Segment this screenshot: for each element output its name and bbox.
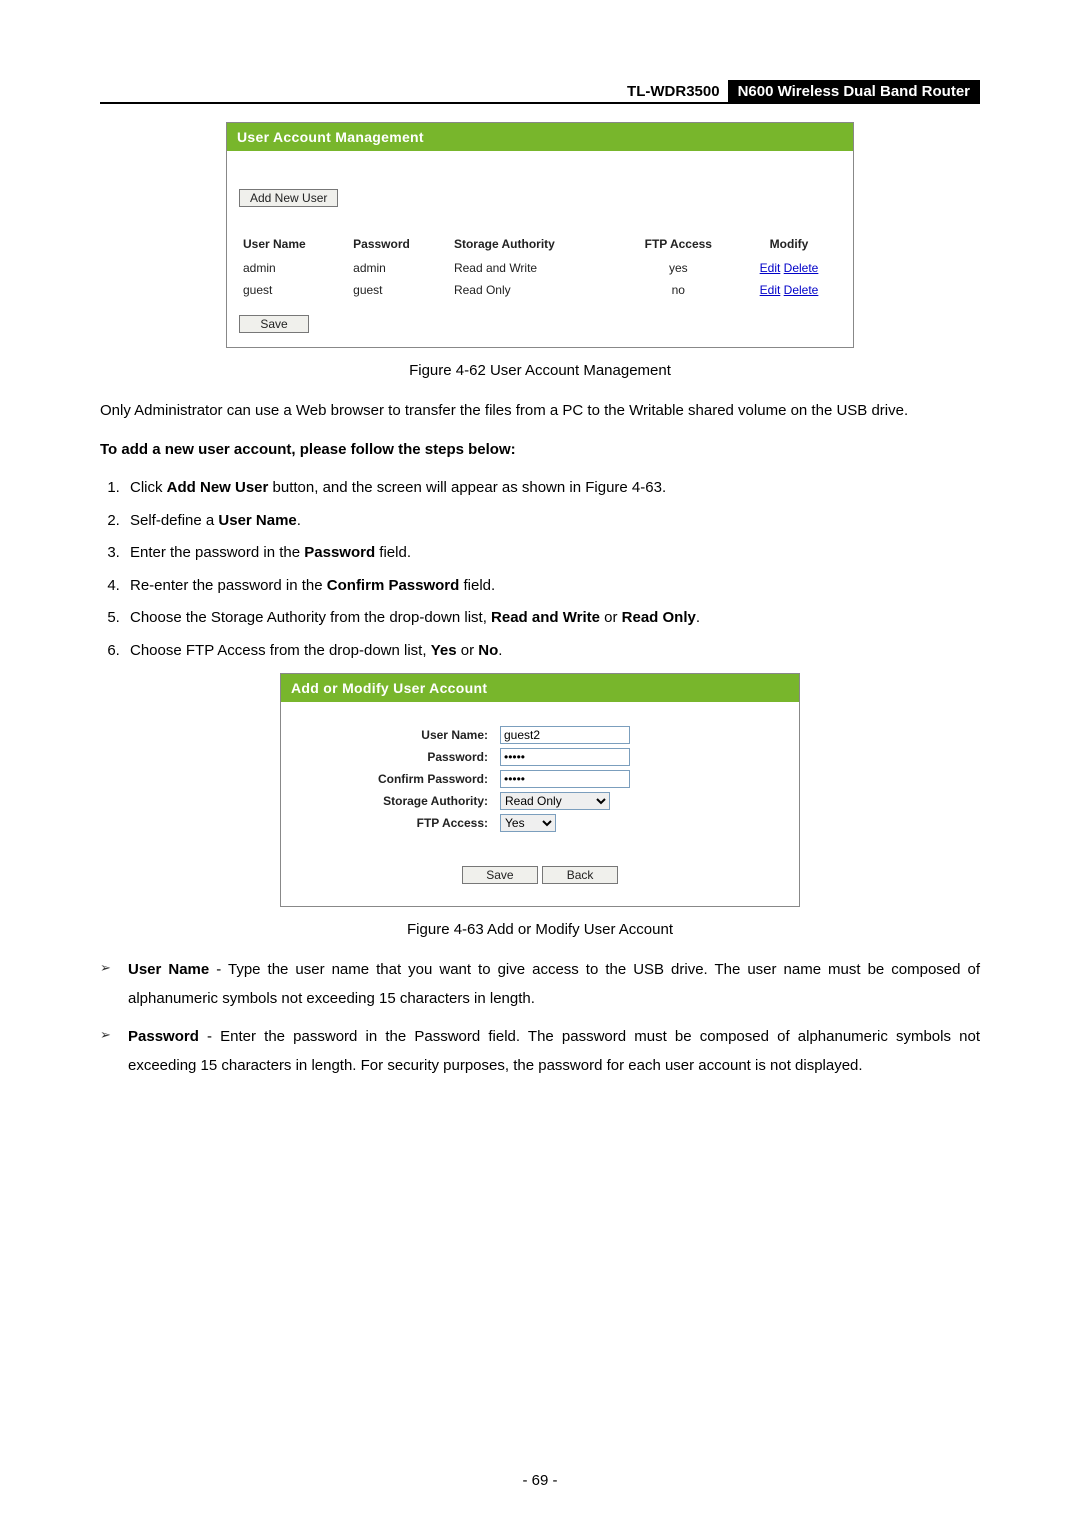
edit-link[interactable]: Edit [760, 261, 781, 275]
delete-link[interactable]: Delete [784, 283, 819, 297]
cell-password: admin [349, 257, 450, 279]
step-item: Re-enter the password in the Confirm Pas… [124, 572, 980, 601]
col-password: Password [349, 231, 450, 257]
back-button[interactable]: Back [542, 866, 618, 884]
definition-item: User Name - Type the user name that you … [100, 956, 980, 1013]
save-button[interactable]: Save [462, 866, 538, 884]
add-new-user-button[interactable]: Add New User [239, 189, 338, 207]
password-field[interactable] [500, 748, 630, 766]
cell-password: guest [349, 279, 450, 301]
col-storage-authority: Storage Authority [450, 231, 620, 257]
confirm-password-label: Confirm Password: [293, 772, 500, 786]
cell-auth: Read Only [450, 279, 620, 301]
cell-username: admin [239, 257, 349, 279]
cell-username: guest [239, 279, 349, 301]
delete-link[interactable]: Delete [784, 261, 819, 275]
figure-caption-1: Figure 4-62 User Account Management [100, 362, 980, 379]
cell-auth: Read and Write [450, 257, 620, 279]
confirm-password-field[interactable] [500, 770, 630, 788]
save-button[interactable]: Save [239, 315, 309, 333]
panel-title: Add or Modify User Account [281, 674, 799, 702]
step-item: Self-define a User Name. [124, 507, 980, 536]
ftp-access-select[interactable]: Yes [500, 814, 556, 832]
page-header: TL-WDR3500 N600 Wireless Dual Band Route… [100, 80, 980, 103]
password-label: Password: [293, 750, 500, 764]
ftp-access-label: FTP Access: [293, 816, 500, 830]
col-ftp-access: FTP Access [620, 231, 737, 257]
storage-authority-select[interactable]: Read Only [500, 792, 610, 810]
cell-ftp: yes [620, 257, 737, 279]
paragraph: Only Administrator can use a Web browser… [100, 397, 980, 426]
edit-link[interactable]: Edit [760, 283, 781, 297]
user-account-panel: User Account Management Add New User Use… [226, 122, 854, 348]
col-username: User Name [239, 231, 349, 257]
step-item: Choose the Storage Authority from the dr… [124, 604, 980, 633]
product-label: N600 Wireless Dual Band Router [728, 80, 980, 103]
storage-authority-label: Storage Authority: [293, 794, 500, 808]
model-label: TL-WDR3500 [619, 80, 728, 103]
definition-item: Password - Enter the password in the Pas… [100, 1023, 980, 1080]
table-row: admin admin Read and Write yes Edit Dele… [239, 257, 841, 279]
user-table: User Name Password Storage Authority FTP… [239, 231, 841, 301]
cell-ftp: no [620, 279, 737, 301]
step-item: Enter the password in the Password field… [124, 539, 980, 568]
definition-list: User Name - Type the user name that you … [100, 956, 980, 1080]
figure-caption-2: Figure 4-63 Add or Modify User Account [100, 921, 980, 938]
table-row: guest guest Read Only no Edit Delete [239, 279, 841, 301]
steps-list: Click Add New User button, and the scree… [100, 474, 980, 665]
panel-title: User Account Management [227, 123, 853, 151]
step-item: Click Add New User button, and the scree… [124, 474, 980, 503]
step-item: Choose FTP Access from the drop-down lis… [124, 637, 980, 666]
steps-heading: To add a new user account, please follow… [100, 436, 980, 465]
username-field[interactable] [500, 726, 630, 744]
username-label: User Name: [293, 728, 500, 742]
add-modify-user-panel: Add or Modify User Account User Name: Pa… [280, 673, 800, 907]
page-number: - 69 - [0, 1472, 1080, 1489]
col-modify: Modify [737, 231, 841, 257]
